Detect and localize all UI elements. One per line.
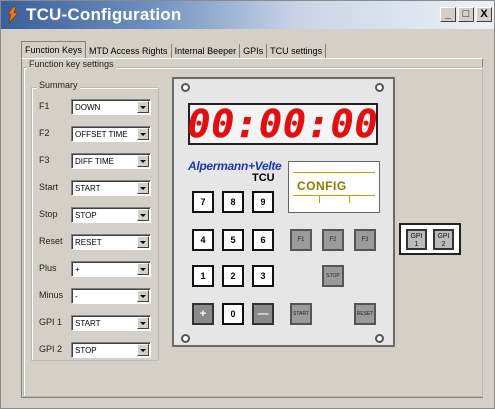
f2-value: OFFSET TIME — [75, 130, 128, 139]
gpi1-label: GPI 1 — [39, 317, 63, 327]
config-line — [349, 195, 350, 203]
stop-label: Stop — [39, 209, 58, 219]
window-title: TCU-Configuration — [26, 5, 182, 24]
tab-mtd-access-rights[interactable]: MTD Access Rights — [86, 44, 172, 59]
chevron-down-icon[interactable] — [137, 155, 149, 167]
timecode-display: 00:00:00 — [187, 102, 379, 146]
key-minus[interactable]: — — [252, 303, 274, 325]
key-1[interactable]: 1 — [192, 265, 214, 287]
minus-value: - — [75, 292, 78, 301]
gpi2-indicator[interactable]: GPI 2 — [433, 229, 454, 250]
key-0[interactable]: 0 — [222, 303, 244, 325]
device-stop-button[interactable]: STOP — [322, 265, 344, 287]
plus-select[interactable]: + — [71, 261, 151, 277]
plus-value: + — [75, 265, 80, 274]
reset-label: Reset — [39, 236, 63, 246]
tab-function-keys[interactable]: Function Keys — [21, 41, 87, 59]
chevron-down-icon[interactable] — [137, 182, 149, 194]
config-label: CONFIG — [297, 179, 347, 193]
start-label: Start — [39, 182, 59, 192]
gpi2-select[interactable]: STOP — [71, 342, 151, 358]
close-button[interactable]: X — [476, 7, 492, 22]
minimize-button[interactable]: _ — [440, 7, 456, 22]
f1-select[interactable]: DOWN — [71, 99, 151, 115]
brand-sub: TCU — [252, 172, 275, 184]
f1-value: DOWN — [75, 103, 101, 112]
gpi2-value: STOP — [75, 346, 97, 355]
screw-icon — [375, 334, 384, 343]
key-plus[interactable]: + — [192, 303, 214, 325]
app-icon — [7, 6, 19, 24]
stop-select[interactable]: STOP — [71, 207, 151, 223]
reset-value: RESET — [75, 238, 102, 247]
f2-label: F2 — [39, 128, 50, 138]
timecode-value: 00:00:00 — [187, 102, 379, 146]
gpi1-indicator[interactable]: GPI 1 — [406, 229, 427, 250]
device-f2-button[interactable]: F2 — [322, 229, 344, 251]
reset-select[interactable]: RESET — [71, 234, 151, 250]
key-8[interactable]: 8 — [222, 191, 244, 213]
config-line — [293, 195, 375, 196]
brand-logo: Alpermann+Velte — [188, 159, 282, 173]
screw-icon — [181, 334, 190, 343]
chevron-down-icon[interactable] — [137, 317, 149, 329]
key-7[interactable]: 7 — [192, 191, 214, 213]
stop-value: STOP — [75, 211, 97, 220]
device-reset-button[interactable]: RESET — [354, 303, 376, 325]
key-2[interactable]: 2 — [222, 265, 244, 287]
gpi1-value: START — [75, 319, 101, 328]
f3-value: DIFF TIME — [75, 157, 114, 166]
chevron-down-icon[interactable] — [137, 344, 149, 356]
window-controls: _ □ X — [440, 7, 492, 22]
key-9[interactable]: 9 — [252, 191, 274, 213]
start-value: START — [75, 184, 101, 193]
start-select[interactable]: START — [71, 180, 151, 196]
config-line — [293, 172, 375, 173]
f3-label: F3 — [39, 155, 50, 165]
chevron-down-icon[interactable] — [137, 263, 149, 275]
tcu-config-window: TCU-Configuration _ □ X Function Keys MT… — [0, 0, 495, 409]
plus-label: Plus — [39, 263, 57, 273]
key-5[interactable]: 5 — [222, 229, 244, 251]
key-4[interactable]: 4 — [192, 229, 214, 251]
f1-label: F1 — [39, 101, 50, 111]
summary-label: Summary — [37, 80, 80, 90]
device-start-button[interactable]: START — [290, 303, 312, 325]
tab-gpis[interactable]: GPIs — [240, 44, 268, 59]
device-f1-button[interactable]: F1 — [290, 229, 312, 251]
maximize-button[interactable]: □ — [458, 7, 474, 22]
config-button[interactable]: CONFIG — [288, 161, 380, 213]
tab-bar: Function Keys MTD Access Rights Internal… — [21, 41, 327, 59]
tcu-device-panel: 00:00:00 Alpermann+Velte TCU CONFIG 7 8 … — [172, 77, 395, 347]
chevron-down-icon[interactable] — [137, 290, 149, 302]
screw-icon — [375, 83, 384, 92]
f3-select[interactable]: DIFF TIME — [71, 153, 151, 169]
chevron-down-icon[interactable] — [137, 128, 149, 140]
device-f3-button[interactable]: F3 — [354, 229, 376, 251]
key-6[interactable]: 6 — [252, 229, 274, 251]
tab-internal-beeper[interactable]: Internal Beeper — [172, 44, 241, 59]
config-line — [319, 195, 320, 203]
minus-label: Minus — [39, 290, 64, 300]
screw-icon — [181, 83, 190, 92]
tab-tcu-settings[interactable]: TCU settings — [267, 44, 327, 59]
chevron-down-icon[interactable] — [137, 209, 149, 221]
key-3[interactable]: 3 — [252, 265, 274, 287]
function-key-settings-label: Function key settings — [27, 59, 116, 69]
gpi2-label: GPI 2 — [39, 344, 63, 354]
title-bar: TCU-Configuration _ □ X — [1, 1, 494, 29]
chevron-down-icon[interactable] — [137, 236, 149, 248]
gpi1-select[interactable]: START — [71, 315, 151, 331]
f2-select[interactable]: OFFSET TIME — [71, 126, 151, 142]
minus-select[interactable]: - — [71, 288, 151, 304]
chevron-down-icon[interactable] — [137, 101, 149, 113]
gpi-indicator-box: GPI 1 GPI 2 — [399, 223, 461, 255]
